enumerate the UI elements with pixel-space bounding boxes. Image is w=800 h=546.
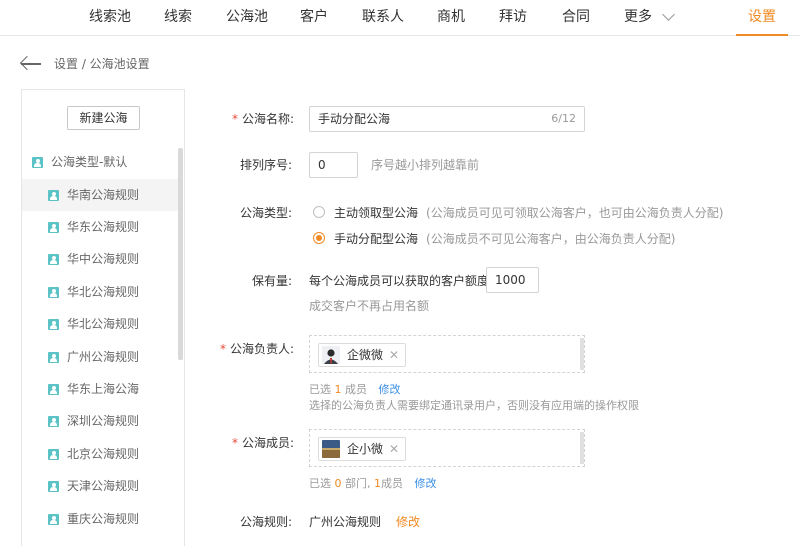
sidebar-item-pool-rule[interactable]: 重庆公海规则 [22, 503, 178, 535]
avatar [322, 346, 340, 364]
nav-item-contracts[interactable]: 合同 [562, 0, 590, 36]
sidebar-item-pool-rule[interactable]: 华南公海规则 [22, 179, 178, 211]
nav-item-leads[interactable]: 线索 [164, 0, 192, 36]
sidebar-item-pool-rule[interactable]: 广州公海规则 [22, 341, 178, 373]
order-hint: 序号越小排列越靠前 [371, 158, 480, 172]
radio-manual-assign-label: 手动分配型公海 (公海成员不可见公海客户，由公海负责人分配) [334, 232, 676, 246]
sidebar-item-label: 华东公海规则 [67, 220, 140, 234]
rule-value: 广州公海规则 [309, 515, 382, 529]
sidebar-item-pool-rule[interactable]: 华东上海公海 [22, 373, 178, 405]
sidebar-item-pool-rule[interactable]: 华北公海规则 [22, 308, 178, 340]
owner-modify-link[interactable]: 修改 [379, 383, 401, 396]
quota-prefix: 每个公海成员可以获取的客户额度 [309, 274, 490, 288]
pool-name-label: * 公海名称: [232, 112, 295, 126]
user-icon [48, 352, 59, 363]
user-icon [48, 254, 59, 265]
nav-item-customers[interactable]: 客户 [300, 0, 328, 36]
radio-active-claim-label: 主动领取型公海 (公海成员可见可领取公海客户，也可由公海负责人分配) [334, 206, 724, 220]
breadcrumb: 设置 / 公海池设置 [54, 57, 150, 71]
members-label: * 公海成员: [232, 436, 295, 450]
owner-note: 选择的公海负责人需要绑定通讯录用户，否则没有应用端的操作权限 [309, 399, 639, 412]
sidebar-item-pool-rule[interactable]: 华东公海规则 [22, 211, 178, 243]
pool-type-label: 公海类型: [240, 206, 293, 220]
members-modify-link[interactable]: 修改 [415, 477, 437, 490]
sidebar-item-label: 华北公海规则 [67, 285, 140, 299]
sidebar-item-label: 重庆公海规则 [67, 512, 140, 526]
sidebar-item-label: 华东上海公海 [67, 382, 140, 396]
sidebar-item-label: 华中公海规则 [67, 252, 140, 266]
sidebar-group-label: 公海类型-默认 [51, 155, 128, 169]
required-mark: * [220, 342, 226, 356]
user-icon [48, 384, 59, 395]
user-icon [48, 481, 59, 492]
owner-label: * 公海负责人: [220, 342, 295, 356]
char-counter: 6/12 [551, 112, 576, 125]
sidebar-item-pool-rule[interactable]: 北京公海规则 [22, 438, 178, 470]
chevron-down-icon[interactable] [662, 8, 675, 21]
radio-manual-assign[interactable] [313, 232, 325, 244]
required-mark: * [232, 436, 238, 450]
sidebar-item-label: 深圳公海规则 [67, 414, 140, 428]
user-icon [48, 222, 59, 233]
quota-label: 保有量: [252, 274, 293, 288]
user-icon [48, 190, 59, 201]
pool-name-input[interactable]: 手动分配公海 6/12 [309, 106, 585, 132]
member-chip: 企小微 ✕ [318, 437, 407, 461]
nav-item-contacts[interactable]: 联系人 [362, 0, 404, 36]
nav-item-public-pool[interactable]: 公海池 [226, 0, 268, 36]
close-icon[interactable]: ✕ [389, 344, 399, 366]
required-mark: * [232, 112, 238, 126]
radio-active-claim[interactable] [313, 206, 325, 218]
nav-item-opportunities[interactable]: 商机 [437, 0, 465, 36]
sidebar-item-label: 广州公海规则 [67, 350, 140, 364]
sidebar-item-pool-rule[interactable]: 华中公海规则 [22, 243, 178, 275]
owner-chip: 企微微 ✕ [318, 343, 407, 367]
pool-name-value: 手动分配公海 [318, 112, 391, 126]
user-icon [48, 416, 59, 427]
nav-item-lead-pool[interactable]: 线索池 [89, 0, 131, 36]
nav-item-settings[interactable]: 设置 [736, 0, 788, 36]
picker-scrollbar[interactable] [580, 338, 584, 370]
top-nav: 线索池 线索 公海池 客户 联系人 商机 拜访 合同 更多 设置 [0, 0, 800, 36]
order-input[interactable]: 0 [309, 152, 358, 178]
order-label: 排列序号: [240, 158, 293, 172]
user-icon [48, 514, 59, 525]
user-icon [48, 287, 59, 298]
quota-input[interactable]: 1000 [486, 267, 539, 293]
sidebar-item-label: 华南公海规则 [67, 188, 140, 202]
sidebar-item-pool-rule[interactable]: 华北公海规则 [22, 276, 178, 308]
nav-item-visits[interactable]: 拜访 [499, 0, 527, 36]
sidebar-item-label: 华北公海规则 [67, 317, 140, 331]
sidebar-item-pool-rule[interactable]: 深圳公海规则 [22, 405, 178, 437]
members-picker[interactable]: 企小微 ✕ [309, 429, 585, 467]
sidebar-item-label: 北京公海规则 [67, 447, 140, 461]
quota-hint: 成交客户不再占用名额 [309, 299, 430, 313]
sidebar-scrollbar[interactable] [178, 148, 183, 360]
new-pool-button[interactable]: 新建公海 [67, 106, 140, 130]
sidebar-item-pool-rule[interactable]: 天津公海规则 [22, 470, 178, 502]
user-icon [32, 157, 43, 168]
owner-selected-summary: 已选 1 成员 修改 [309, 383, 401, 396]
sidebar-group-default[interactable]: 公海类型-默认 [32, 153, 127, 171]
members-selected-summary: 已选 0 部门, 1成员 修改 [309, 477, 437, 490]
sidebar-item-label: 天津公海规则 [67, 479, 140, 493]
pool-sidebar: 新建公海 公海类型-默认 华南公海规则 华东公海规则 华中公海规则 华北公海规则… [21, 89, 185, 546]
user-icon [48, 449, 59, 460]
avatar [322, 440, 340, 458]
user-icon [48, 319, 59, 330]
member-chip-name: 企小微 [347, 442, 384, 456]
nav-item-more[interactable]: 更多 [624, 0, 652, 36]
rule-label: 公海规则: [240, 515, 293, 529]
rule-modify-link[interactable]: 修改 [396, 514, 420, 530]
picker-scrollbar[interactable] [580, 432, 584, 464]
close-icon[interactable]: ✕ [389, 438, 399, 460]
owner-chip-name: 企微微 [347, 348, 384, 362]
back-arrow-icon[interactable] [19, 55, 42, 72]
owner-picker[interactable]: 企微微 ✕ [309, 335, 585, 373]
